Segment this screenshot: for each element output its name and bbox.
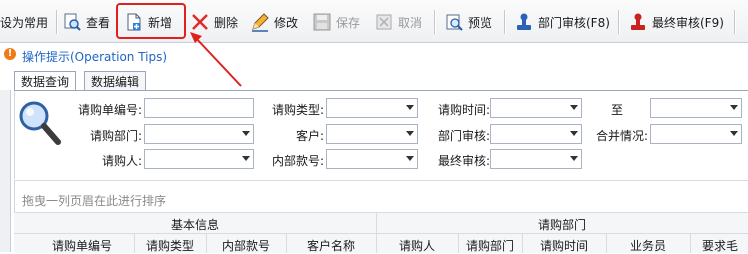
search-magnifier-icon[interactable] bbox=[16, 98, 64, 151]
toolbar-separator bbox=[434, 10, 436, 34]
col-req-time[interactable]: 请购时间 bbox=[522, 237, 606, 254]
save-button[interactable]: 保存 bbox=[312, 8, 360, 36]
merge-status-label: 合并情况: bbox=[595, 129, 648, 143]
col-salesman[interactable]: 业务员 bbox=[606, 237, 690, 254]
col-internal-no[interactable]: 内部款号 bbox=[206, 237, 286, 254]
grid-header: 基本信息 请购部门 请购单编号 请购类型 内部款号 客户名称 请购人 请购部门 … bbox=[14, 212, 748, 253]
delete-label: 删除 bbox=[214, 15, 239, 30]
req-time-to-picker[interactable] bbox=[650, 98, 742, 118]
dept-approve-label: 部门审核(F8) bbox=[538, 15, 610, 30]
final-review-label: 最终审核: bbox=[437, 154, 490, 168]
req-no-input[interactable] bbox=[144, 98, 254, 118]
delete-button[interactable]: 删除 bbox=[190, 8, 238, 36]
internal-no-label: 内部款号: bbox=[271, 154, 324, 168]
col-customer-name[interactable]: 客户名称 bbox=[286, 237, 376, 254]
toolbar-separator bbox=[504, 10, 506, 34]
dept-review-select[interactable] bbox=[490, 124, 582, 144]
cancel-icon bbox=[374, 12, 394, 32]
dept-review-label: 部门审核: bbox=[437, 129, 490, 143]
tab-data-edit[interactable]: 数据编辑 bbox=[84, 71, 147, 92]
requester-select[interactable] bbox=[144, 149, 254, 169]
save-label: 保存 bbox=[336, 15, 361, 30]
band-req-dept[interactable]: 请购部门 bbox=[376, 216, 748, 233]
operation-tips-link[interactable]: 操作提示(Operation Tips) bbox=[22, 48, 167, 65]
col-req-dept[interactable]: 请购部门 bbox=[458, 237, 522, 254]
col-req-no[interactable]: 请购单编号 bbox=[30, 237, 134, 254]
customer-select[interactable] bbox=[326, 124, 418, 144]
cancel-label: 取消 bbox=[398, 15, 423, 30]
view-icon bbox=[62, 12, 82, 32]
toolbar-separator bbox=[734, 10, 736, 34]
internal-no-select[interactable] bbox=[326, 149, 418, 169]
preview-icon bbox=[444, 12, 464, 32]
preview-button[interactable]: 预览 bbox=[444, 8, 492, 36]
edit-label: 修改 bbox=[274, 15, 299, 30]
info-icon: ! bbox=[4, 48, 16, 60]
final-review-select[interactable] bbox=[490, 149, 582, 169]
req-time-from-picker[interactable] bbox=[490, 98, 582, 118]
annotation-arrow bbox=[190, 32, 242, 87]
set-default-label: 设为常用 bbox=[0, 15, 49, 30]
req-dept-label: 请购部门: bbox=[89, 129, 142, 143]
toolbar-separator bbox=[56, 10, 58, 34]
band-basic-info[interactable]: 基本信息 bbox=[14, 216, 376, 233]
set-default-button[interactable]: 设为常用 bbox=[0, 8, 48, 36]
dept-approve-stamp-icon bbox=[514, 12, 534, 32]
req-type-label: 请购类型: bbox=[271, 103, 324, 117]
req-time-label: 请购时间: bbox=[437, 103, 490, 117]
view-button[interactable]: 查看 bbox=[62, 8, 110, 36]
delete-x-icon bbox=[190, 12, 210, 32]
edit-button[interactable]: 修改 bbox=[250, 8, 298, 36]
req-no-label: 请购单编号: bbox=[77, 103, 142, 117]
to-label: 至 bbox=[610, 103, 623, 117]
view-label: 查看 bbox=[86, 15, 111, 30]
col-required-gross[interactable]: 要求毛 bbox=[690, 237, 748, 254]
save-floppy-icon bbox=[312, 12, 332, 32]
left-splitter[interactable] bbox=[0, 90, 11, 252]
toolbar-separator bbox=[618, 10, 620, 34]
final-approve-stamp-icon bbox=[628, 12, 648, 32]
col-req-type[interactable]: 请购类型 bbox=[134, 237, 206, 254]
preview-label: 预览 bbox=[468, 15, 493, 30]
cancel-button[interactable]: 取消 bbox=[374, 8, 422, 36]
final-approve-button[interactable]: 最终审核(F9) bbox=[628, 8, 724, 36]
col-requester[interactable]: 请购人 bbox=[376, 237, 458, 254]
requester-label: 请购人: bbox=[101, 154, 142, 168]
customer-label: 客户: bbox=[295, 129, 324, 143]
group-by-hint: 拖曳一列页眉在此进行排序 bbox=[22, 194, 167, 208]
merge-status-select[interactable] bbox=[650, 124, 742, 144]
dept-approve-button[interactable]: 部门审核(F8) bbox=[514, 8, 610, 36]
req-dept-select[interactable] bbox=[144, 124, 254, 144]
edit-pencil-icon bbox=[250, 12, 270, 32]
new-button-highlight bbox=[116, 3, 186, 39]
final-approve-label: 最终审核(F9) bbox=[652, 15, 724, 30]
req-type-select[interactable] bbox=[326, 98, 418, 118]
